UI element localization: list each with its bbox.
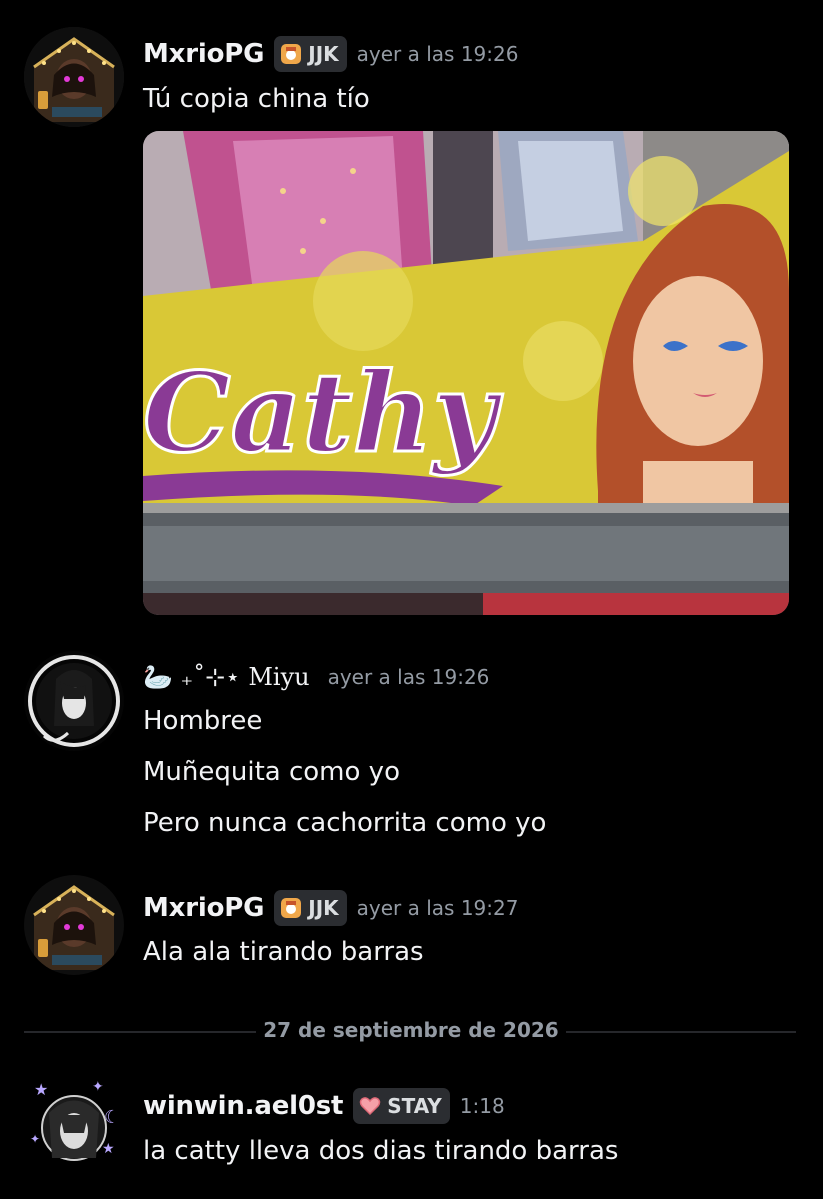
svg-text:★: ★ [102, 1141, 115, 1157]
timestamp[interactable]: ayer a las 19:26 [357, 42, 519, 66]
avatar-artwork [24, 651, 124, 751]
avatar-artwork [24, 875, 124, 975]
image-attachment[interactable]: Cathy [143, 131, 789, 615]
svg-text:☾: ☾ [104, 1107, 120, 1128]
pink-heart-icon [360, 1097, 381, 1116]
box-brand-text: Cathy [143, 348, 504, 477]
user-avatar[interactable] [24, 27, 124, 127]
message-header: MxrioPG JJK ayer a las 19:26 [143, 36, 518, 72]
message-text: Pero nunca cachorrita como yo [143, 808, 547, 838]
message-text: la catty lleva dos dias tirando barras [143, 1136, 619, 1166]
server-tag[interactable]: JJK [274, 36, 347, 72]
message-text: Muñequita como yo [143, 757, 400, 787]
user-avatar[interactable] [24, 875, 124, 975]
message-text: Ala ala tirando barras [143, 937, 424, 967]
username-decoration: 🦢 ₊˚⊹⋆ [143, 663, 241, 691]
svg-text:★: ★ [34, 1080, 48, 1099]
message-text: Tú copia china tío [143, 84, 370, 114]
username[interactable]: Miyu [248, 663, 309, 691]
date-divider: 27 de septiembre de 2026 [256, 1018, 566, 1042]
username[interactable]: MxrioPG [143, 893, 264, 923]
message-header: 🦢 ₊˚⊹⋆ Miyu ayer a las 19:26 [143, 663, 489, 691]
server-tag-label: JJK [308, 896, 339, 920]
server-tag[interactable]: JJK [274, 890, 347, 926]
message-header: winwin.ael0st STAY 1:18 [143, 1088, 505, 1124]
avatar-artwork: ★ ✦ ☾ ✦ ★ [24, 1073, 124, 1173]
username[interactable]: MxrioPG [143, 39, 264, 69]
timestamp[interactable]: 1:18 [460, 1094, 505, 1118]
username[interactable]: winwin.ael0st [143, 1091, 343, 1121]
avatar-artwork [24, 27, 124, 127]
server-tag[interactable]: STAY [353, 1088, 450, 1124]
user-avatar[interactable] [24, 651, 124, 751]
message-header: MxrioPG JJK ayer a las 19:27 [143, 890, 518, 926]
message-text: Hombree [143, 706, 263, 736]
orange-badge-icon [281, 898, 302, 918]
doll-box-photo: Cathy [143, 131, 789, 615]
orange-badge-icon [281, 44, 302, 64]
timestamp[interactable]: ayer a las 19:26 [328, 665, 490, 689]
timestamp[interactable]: ayer a las 19:27 [357, 896, 519, 920]
svg-text:✦: ✦ [92, 1079, 104, 1095]
svg-text:✦: ✦ [30, 1132, 40, 1146]
server-tag-label: STAY [387, 1094, 442, 1118]
server-tag-label: JJK [308, 42, 339, 66]
user-avatar[interactable]: ★ ✦ ☾ ✦ ★ [24, 1073, 124, 1173]
